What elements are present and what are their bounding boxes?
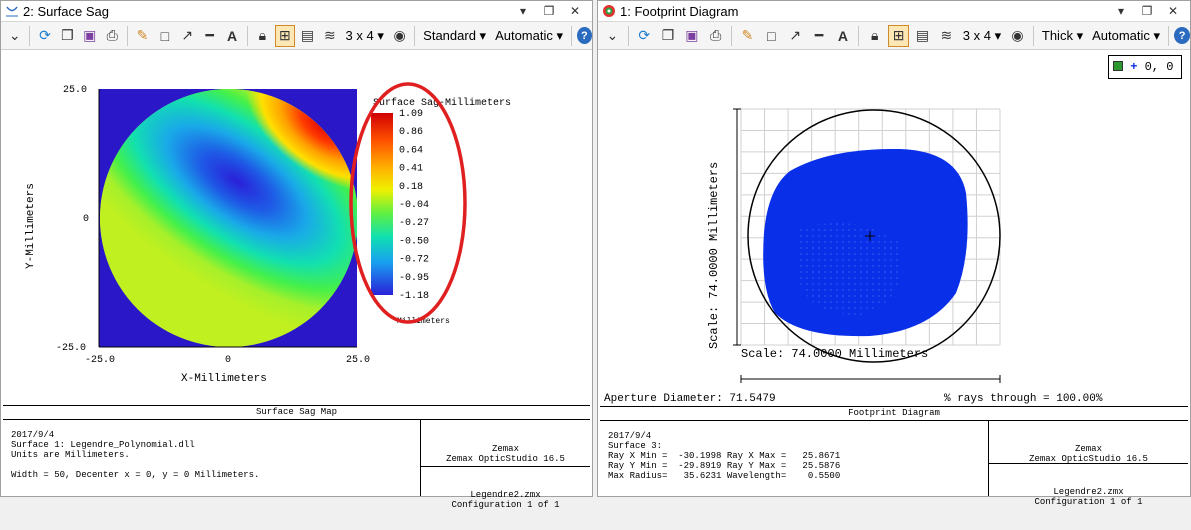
fit-icon[interactable]: ⊞ bbox=[275, 24, 295, 47]
rectangle-icon[interactable]: □ bbox=[155, 25, 174, 47]
x-tick-mid: 0 bbox=[225, 355, 231, 366]
layout-dropdown[interactable]: 3 x 4 ▾ bbox=[960, 28, 1004, 44]
legend-value: -0.04 bbox=[399, 200, 429, 211]
field-legend: + 0, 0 bbox=[1108, 55, 1182, 79]
line-icon[interactable]: ━ bbox=[200, 25, 219, 47]
copy-icon[interactable]: ❐ bbox=[58, 25, 77, 47]
scale-horizontal: Scale: 74.0000 Millimeters bbox=[741, 347, 928, 361]
footer-product: Zemax Zemax OpticStudio 16.5 bbox=[989, 421, 1188, 464]
toolbar: ⌄ ⟳ ❐ ▣ ⎙ ✎ □ ↗ ━ A 🔒︎ ⊞ ▤ ≋ 3 x 4 ▾ ◉ S… bbox=[1, 22, 592, 50]
footer-product: Zemax Zemax OpticStudio 16.5 bbox=[421, 420, 590, 467]
legend-value: -0.95 bbox=[399, 273, 429, 284]
lock-icon[interactable]: 🔒︎ bbox=[253, 25, 272, 47]
layers-icon[interactable]: ≋ bbox=[320, 25, 339, 47]
x-tick-right: 25.0 bbox=[346, 355, 370, 366]
plot-footer: Surface Sag Map 2017/9/4 Surface 1: Lege… bbox=[3, 405, 590, 510]
x-tick-left: -25.0 bbox=[85, 355, 115, 366]
field-marker-icon: + bbox=[1130, 60, 1138, 74]
save-icon[interactable]: ▣ bbox=[80, 25, 99, 47]
pencil-icon[interactable]: ✎ bbox=[737, 25, 758, 47]
footprint-window: 1: Footprint Diagram ▾ ❐ ✕ ⌄ ⟳ ❐ ▣ ⎙ ✎ □… bbox=[597, 0, 1191, 507]
fit-icon[interactable]: ⊞ bbox=[888, 24, 910, 47]
x-axis-label: X-Millimeters bbox=[181, 373, 267, 385]
text-icon[interactable]: A bbox=[833, 25, 854, 47]
scale-vertical: Scale: 74.0000 Millimeters bbox=[707, 162, 721, 349]
y-tick-mid: 0 bbox=[83, 214, 89, 225]
legend-value: 1.09 bbox=[399, 109, 423, 120]
title-bar: 1: Footprint Diagram ▾ ❐ ✕ bbox=[598, 1, 1190, 22]
refresh-icon[interactable]: ⟳ bbox=[35, 25, 54, 47]
legend-value: -0.72 bbox=[399, 255, 429, 266]
aperture-diameter: Aperture Diameter: 71.5479 bbox=[604, 393, 776, 405]
help-icon[interactable]: ? bbox=[1174, 27, 1191, 44]
footer-info: 2017/9/4 Surface 3: Ray X Min = -30.1998… bbox=[608, 431, 841, 481]
surface-sag-plot: 25.0 0 -25.0 -25.0 0 25.0 X-Millimeters … bbox=[3, 53, 592, 405]
footer-header: Surface Sag Map bbox=[3, 406, 590, 420]
arrow-icon[interactable]: ↗ bbox=[785, 25, 806, 47]
clock-icon[interactable]: ◉ bbox=[390, 25, 409, 47]
layers-icon[interactable]: ≋ bbox=[936, 25, 957, 47]
y-axis-label: Y-Millimeters bbox=[25, 183, 37, 269]
legend-value: 0.86 bbox=[399, 127, 423, 138]
surface-sag-window: 2: Surface Sag ▾ ❐ ✕ ⌄ ⟳ ❐ ▣ ⎙ ✎ □ ↗ ━ A… bbox=[0, 0, 593, 510]
scale-dropdown[interactable]: Automatic ▾ bbox=[1089, 28, 1163, 44]
text-icon[interactable]: A bbox=[222, 25, 241, 47]
y-tick-bottom: -25.0 bbox=[56, 343, 86, 354]
restore-icon[interactable]: ❐ bbox=[1136, 2, 1158, 20]
collapse-icon[interactable]: ⌄ bbox=[602, 25, 623, 47]
style-dropdown[interactable]: Standard ▾ bbox=[420, 28, 489, 44]
checkbox-icon[interactable] bbox=[1113, 61, 1123, 71]
arrow-icon[interactable]: ↗ bbox=[178, 25, 197, 47]
plot-footer: Footprint Diagram 2017/9/4 Surface 3: Ra… bbox=[600, 406, 1188, 507]
line-icon[interactable]: ━ bbox=[809, 25, 830, 47]
title-bar: 2: Surface Sag ▾ ❐ ✕ bbox=[1, 1, 592, 22]
legend-value: 0.64 bbox=[399, 145, 423, 156]
field-legend-text: 0, 0 bbox=[1144, 60, 1174, 74]
pencil-icon[interactable]: ✎ bbox=[133, 25, 152, 47]
sag-disk bbox=[100, 89, 357, 347]
style-dropdown[interactable]: Thick ▾ bbox=[1039, 28, 1086, 44]
help-icon[interactable]: ? bbox=[576, 27, 592, 44]
copy-icon[interactable]: ❐ bbox=[658, 25, 679, 47]
rays-through: % rays through = 100.00% bbox=[944, 393, 1103, 405]
window-title: 2: Surface Sag bbox=[23, 4, 109, 19]
clock-icon[interactable]: ◉ bbox=[1007, 25, 1028, 47]
legend-value: 0.41 bbox=[399, 164, 423, 175]
close-icon[interactable]: ✕ bbox=[564, 2, 586, 20]
restore-icon[interactable]: ❐ bbox=[538, 2, 560, 20]
dropdown-arrow-icon[interactable]: ▾ bbox=[512, 2, 534, 20]
legend-value: -0.27 bbox=[399, 218, 429, 229]
colorbar bbox=[371, 113, 393, 295]
save-icon[interactable]: ▣ bbox=[681, 25, 702, 47]
y-tick-top: 25.0 bbox=[63, 85, 87, 96]
window-icon-btn[interactable]: ▤ bbox=[912, 25, 933, 47]
window-icon-btn[interactable]: ▤ bbox=[298, 25, 317, 47]
footprint-plot: Scale: 74.0000 Millimeters Scale: 74.000… bbox=[600, 53, 1190, 405]
footer-header: Footprint Diagram bbox=[600, 407, 1188, 421]
toolbar: ⌄ ⟳ ❐ ▣ ⎙ ✎ □ ↗ ━ A 🔒︎ ⊞ ▤ ≋ 3 x 4 ▾ ◉ T… bbox=[598, 22, 1191, 50]
window-title: 1: Footprint Diagram bbox=[620, 4, 739, 19]
lock-icon[interactable]: 🔒︎ bbox=[864, 25, 885, 47]
legend-value: -1.18 bbox=[399, 291, 429, 302]
dropdown-arrow-icon[interactable]: ▾ bbox=[1110, 2, 1132, 20]
layout-dropdown[interactable]: 3 x 4 ▾ bbox=[343, 28, 387, 44]
print-icon[interactable]: ⎙ bbox=[103, 25, 122, 47]
rectangle-icon[interactable]: □ bbox=[761, 25, 782, 47]
window-icon bbox=[6, 6, 18, 17]
legend-value: 0.18 bbox=[399, 182, 423, 193]
close-icon[interactable]: ✕ bbox=[1162, 2, 1184, 20]
footer-info: 2017/9/4 Surface 1: Legendre_Polynomial.… bbox=[11, 430, 260, 480]
footprint-icon bbox=[603, 5, 615, 17]
refresh-icon[interactable]: ⟳ bbox=[634, 25, 655, 47]
scale-dropdown[interactable]: Automatic ▾ bbox=[492, 28, 566, 44]
print-icon[interactable]: ⎙ bbox=[705, 25, 726, 47]
collapse-icon[interactable]: ⌄ bbox=[5, 25, 24, 47]
legend-value: -0.50 bbox=[399, 236, 429, 247]
